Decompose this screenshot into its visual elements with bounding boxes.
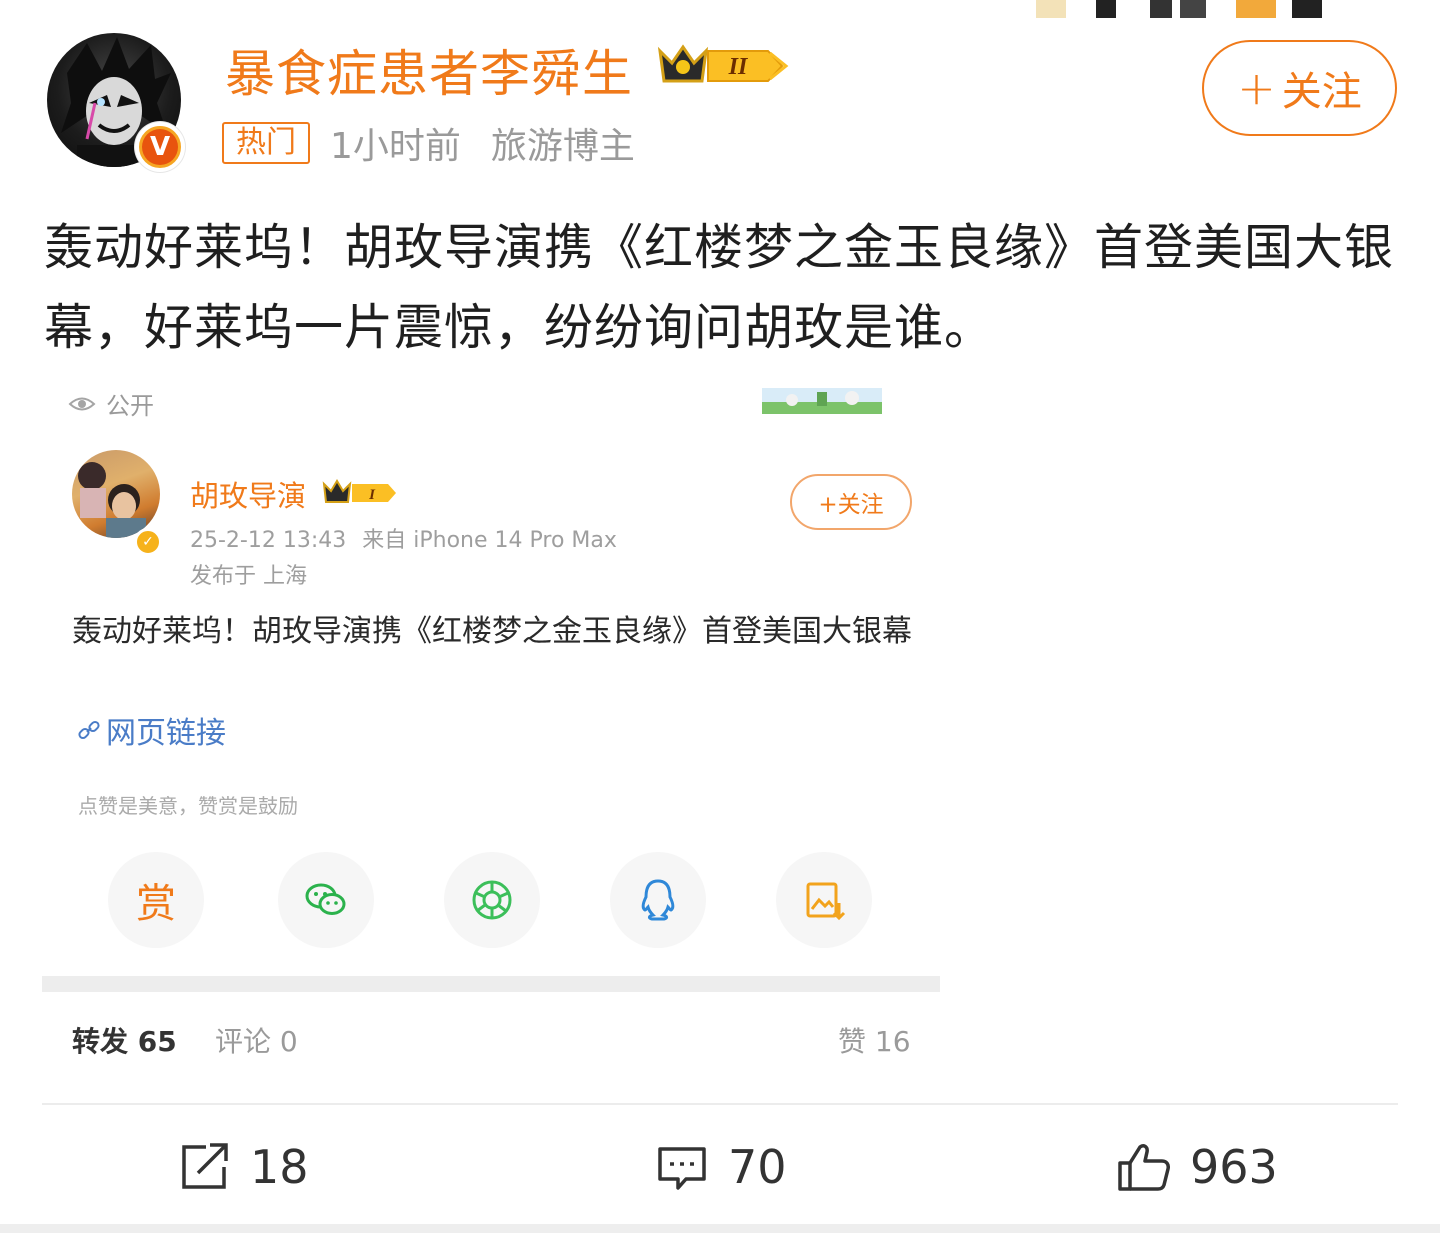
vip-level-label: II [728,54,749,80]
comment-icon [658,1147,706,1190]
plus-icon: + [1237,61,1276,115]
comment-count: 70 [728,1140,787,1194]
embedded-vip-level-label: I [368,487,376,503]
forward-count: 18 [250,1140,309,1194]
save-image-icon [806,882,846,921]
embedded-author-name[interactable]: 胡玫导演 [190,473,306,515]
author-meta: 热门 1小时前 旅游博主 [222,120,635,167]
embedded-follow-button[interactable]: +关注 [790,474,912,530]
embedded-repost-count[interactable]: 转发 65 [72,1020,177,1060]
embedded-post-text: 轰动好莱坞！胡玫导演携《红楼梦之金玉良缘》首登美国大银幕 [72,614,912,649]
follow-label: 关注 [1281,69,1362,115]
follow-button[interactable]: + 关注 [1202,40,1397,136]
post-text: 轰动好莱坞！胡玫导演携《红楼梦之金玉良缘》首登美国大银幕，好莱坞一片震惊，纷纷询… [44,219,1395,356]
web-link-label: 网页链接 [106,716,226,751]
reward-icon: 赏 [136,881,176,927]
embedded-like-count[interactable]: 赞 16 [838,1020,911,1060]
qq-share-button[interactable] [610,852,706,948]
embedded-location: 发布于 上海 [190,564,307,589]
verified-badge-icon: V [135,122,185,172]
post-time: 1小时前 [330,126,461,167]
embedded-divider [42,976,940,992]
embedded-web-link[interactable]: 网页链接 [76,708,226,752]
moments-share-button[interactable] [444,852,540,948]
wechat-share-button[interactable] [278,852,374,948]
cartoon-decoration [762,388,882,414]
hot-tag: 热门 [222,122,310,164]
wechat-icon [305,883,346,915]
reward-button[interactable]: 赏 [108,852,204,948]
visibility-label: 公开 [106,392,154,420]
action-divider [42,1103,1398,1105]
header-decoration [1036,0,1322,18]
embedded-verified-icon: ✓ [134,528,162,556]
embedded-comment-count[interactable]: 评论 0 [215,1020,298,1060]
moments-icon [472,880,512,920]
public-eye-icon [68,397,96,410]
like-count: 963 [1190,1140,1278,1194]
visibility-indicator: 公开 [68,386,154,421]
vip-level-badge-icon: II [657,44,789,83]
embedded-meta-line: 25-2-12 13:43 来自 iPhone 14 Pro Max [190,522,617,554]
embedded-datetime: 25-2-12 13:43 [190,528,347,553]
embedded-author-avatar[interactable] [72,450,160,538]
forward-icon [182,1143,228,1189]
embedded-screenshot[interactable]: 公开 ✓ 胡玫导演 I 25-2-12 13:43 来自 iPhone 14 Pr… [42,370,942,1070]
save-image-button[interactable] [776,852,872,948]
comment-button[interactable]: 70 [654,1135,787,1199]
thumbs-up-icon [1118,1144,1170,1191]
qq-icon [641,879,675,921]
like-button[interactable]: 963 [1116,1135,1278,1199]
reward-tip: 点赞是美意，赞赏是鼓励 [78,794,298,818]
link-icon [78,720,100,740]
forward-button[interactable]: 18 [176,1135,309,1199]
embedded-vip-badge-icon: I [322,479,396,503]
bottom-separator [0,1224,1440,1233]
embedded-source: 来自 iPhone 14 Pro Max [362,528,617,553]
embedded-stats: 转发 65 评论 0 赞 16 [72,1020,912,1060]
author-name[interactable]: 暴食症患者李舜生 [225,34,633,106]
author-role: 旅游博主 [490,126,635,167]
share-row: 赏 [108,852,888,948]
